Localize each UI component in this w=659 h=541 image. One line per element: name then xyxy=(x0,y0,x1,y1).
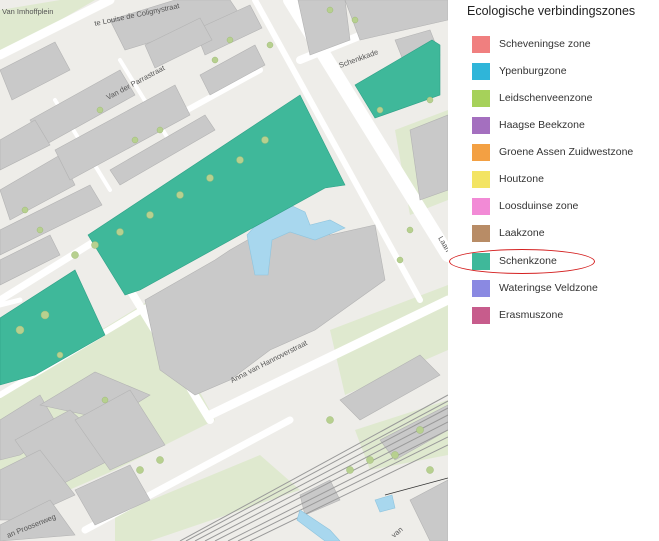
legend-swatch xyxy=(472,279,490,297)
legend-item-loosduinse[interactable]: Loosduinse zone xyxy=(472,196,578,216)
legend-swatch xyxy=(472,170,490,188)
legend-title: Ecologische verbindingszones xyxy=(467,4,636,18)
street-label-1: Van Imhoffplein xyxy=(2,7,53,16)
legend-panel: Ecologische verbindingszones Schevenings… xyxy=(448,0,659,541)
legend-item-label: Erasmuszone xyxy=(499,309,564,321)
legend-swatch xyxy=(472,252,490,270)
legend-swatch xyxy=(472,306,490,324)
legend-swatch xyxy=(472,197,490,215)
legend-item-schenk[interactable]: Schenkzone xyxy=(472,251,557,271)
legend-item-houtzone[interactable]: Houtzone xyxy=(472,169,544,189)
legend-item-wateringse-veld[interactable]: Wateringse Veldzone xyxy=(472,278,598,298)
legend-swatch xyxy=(472,143,490,161)
legend-swatch xyxy=(472,224,490,242)
legend-item-label: Wateringse Veldzone xyxy=(499,282,598,294)
legend-item-ypenburg[interactable]: Ypenburgzone xyxy=(472,61,567,81)
legend-item-label: Haagse Beekzone xyxy=(499,119,585,131)
legend-swatch xyxy=(472,89,490,107)
legend-swatch xyxy=(472,35,490,53)
legend-swatch xyxy=(472,116,490,134)
legend-item-scheveningse[interactable]: Scheveningse zone xyxy=(472,34,591,54)
legend-item-groene-assen[interactable]: Groene Assen Zuidwestzone xyxy=(472,142,633,162)
legend-swatch xyxy=(472,62,490,80)
legend-item-label: Groene Assen Zuidwestzone xyxy=(499,146,634,158)
legend-item-erasmus[interactable]: Erasmuszone xyxy=(472,305,563,325)
legend-item-leidschenveen[interactable]: Leidschenveenzone xyxy=(472,88,592,108)
legend-item-label: Scheveningse zone xyxy=(499,38,591,50)
legend-item-label: Schenkzone xyxy=(499,255,557,267)
map-view[interactable]: Van Imhoffplein te Louise de Colignystra… xyxy=(0,0,448,541)
legend-item-label: Ypenburgzone xyxy=(499,65,567,77)
legend-item-label: Leidschenveenzone xyxy=(499,92,593,104)
legend-item-laak[interactable]: Laakzone xyxy=(472,223,545,243)
map-canvas[interactable]: Van Imhoffplein te Louise de Colignystra… xyxy=(0,0,448,541)
legend-item-label: Laakzone xyxy=(499,227,545,239)
legend-item-label: Loosduinse zone xyxy=(499,200,579,212)
legend-item-label: Houtzone xyxy=(499,173,544,185)
legend-item-haagse-beek[interactable]: Haagse Beekzone xyxy=(472,115,585,135)
